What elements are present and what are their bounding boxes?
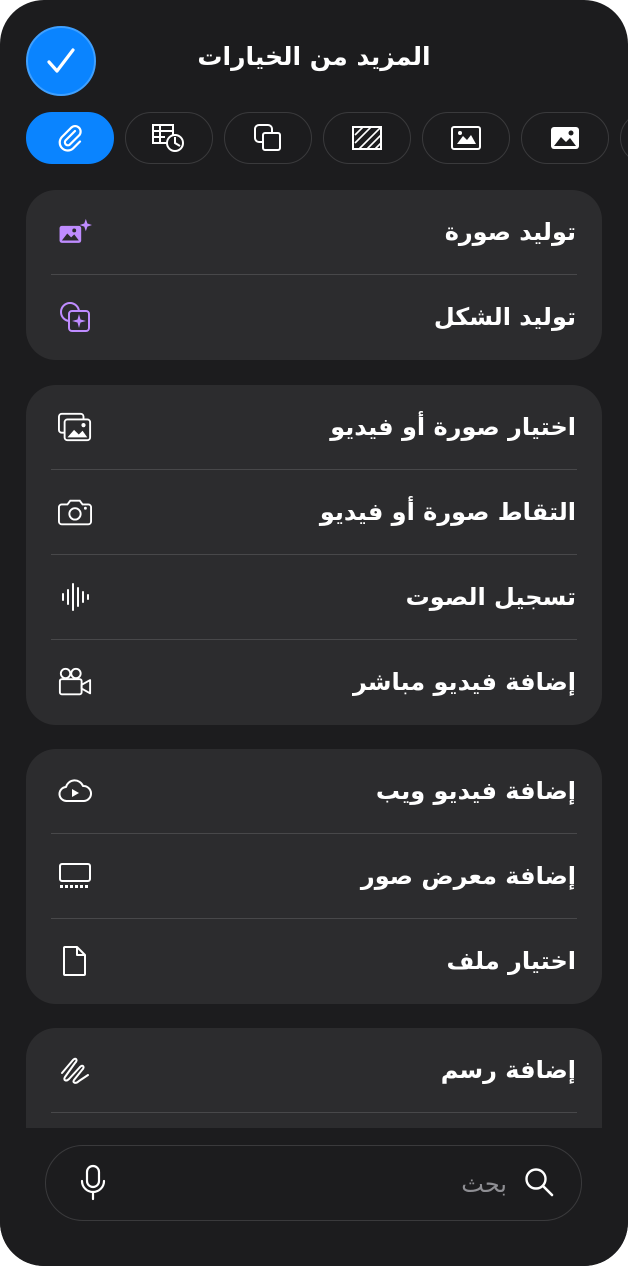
- more-options-sheet: المزيد من الخيارات توليد صورة توليد الشك…: [0, 0, 628, 1266]
- tab-pattern-fill[interactable]: [323, 112, 411, 164]
- tab-photo[interactable]: [521, 112, 609, 164]
- ai-generate-group: توليد صورة توليد الشكل: [26, 190, 602, 360]
- tab-more[interactable]: [620, 112, 628, 164]
- photo-icon: [551, 127, 579, 149]
- menu-item-label: توليد الشكل: [433, 303, 576, 331]
- menu-item-label: إضافة فيديو ويب: [375, 777, 576, 805]
- page-title: المزيد من الخيارات: [197, 42, 431, 71]
- tab-shapes[interactable]: [224, 112, 312, 164]
- search-bar: [45, 1145, 582, 1222]
- shape-sparkle-icon: [58, 300, 92, 334]
- camera-icon: [58, 495, 92, 529]
- choose-file-item[interactable]: اختيار ملف: [26, 919, 602, 1004]
- checkmark-icon: [47, 48, 75, 73]
- shapes-icon: [254, 124, 281, 151]
- photo-library-icon: [58, 410, 92, 444]
- menu-item-label: إضافة رسم: [440, 1056, 576, 1084]
- add-image-gallery-item[interactable]: إضافة معرض صور: [26, 834, 602, 919]
- cloud-play-icon: [58, 774, 92, 808]
- tab-attachment[interactable]: [26, 112, 114, 164]
- insert-type-tabs: [26, 112, 628, 166]
- microphone-icon[interactable]: [76, 1164, 110, 1202]
- search-input[interactable]: [165, 1146, 509, 1222]
- add-drawing-item[interactable]: إضافة رسم: [26, 1028, 602, 1113]
- record-audio-item[interactable]: تسجيل الصوت: [26, 555, 602, 640]
- menu-item-label: اختيار ملف: [446, 947, 576, 975]
- done-button[interactable]: [26, 26, 96, 96]
- image-sparkle-icon: [58, 215, 92, 249]
- paperclip-icon: [58, 125, 82, 152]
- choose-photo-video-item[interactable]: اختيار صورة أو فيديو: [26, 385, 602, 470]
- tab-image-fill[interactable]: [422, 112, 510, 164]
- divider: [51, 1112, 577, 1113]
- waveform-icon: [58, 580, 92, 614]
- web-files-group: إضافة فيديو ويب إضافة معرض صور اختيار مل…: [26, 749, 602, 1004]
- tab-table-chart[interactable]: [125, 112, 213, 164]
- add-live-video-item[interactable]: إضافة فيديو مباشر: [26, 640, 602, 725]
- media-group: اختيار صورة أو فيديو التقاط صورة أو فيدي…: [26, 385, 602, 725]
- menu-item-label: التقاط صورة أو فيديو: [319, 498, 576, 526]
- menu-item-label: إضافة فيديو مباشر: [352, 668, 576, 696]
- menu-item-label: اختيار صورة أو فيديو: [330, 413, 576, 441]
- pattern-fill-icon: [352, 126, 382, 150]
- generate-shape-item[interactable]: توليد الشكل: [26, 275, 602, 360]
- menu-item-label: إضافة معرض صور: [360, 862, 576, 890]
- search-icon: [525, 1168, 554, 1197]
- menu-item-label: تسجيل الصوت: [405, 583, 576, 611]
- take-photo-video-item[interactable]: التقاط صورة أو فيديو: [26, 470, 602, 555]
- table-chart-icon: [152, 124, 184, 152]
- image-fill-icon: [451, 126, 481, 150]
- gallery-icon: [58, 859, 92, 893]
- menu-item-label: توليد صورة: [444, 218, 576, 246]
- document-icon: [58, 944, 92, 978]
- generate-image-item[interactable]: توليد صورة: [26, 190, 602, 275]
- scribble-icon: [58, 1053, 92, 1087]
- video-camera-icon: [58, 665, 92, 699]
- add-web-video-item[interactable]: إضافة فيديو ويب: [26, 749, 602, 834]
